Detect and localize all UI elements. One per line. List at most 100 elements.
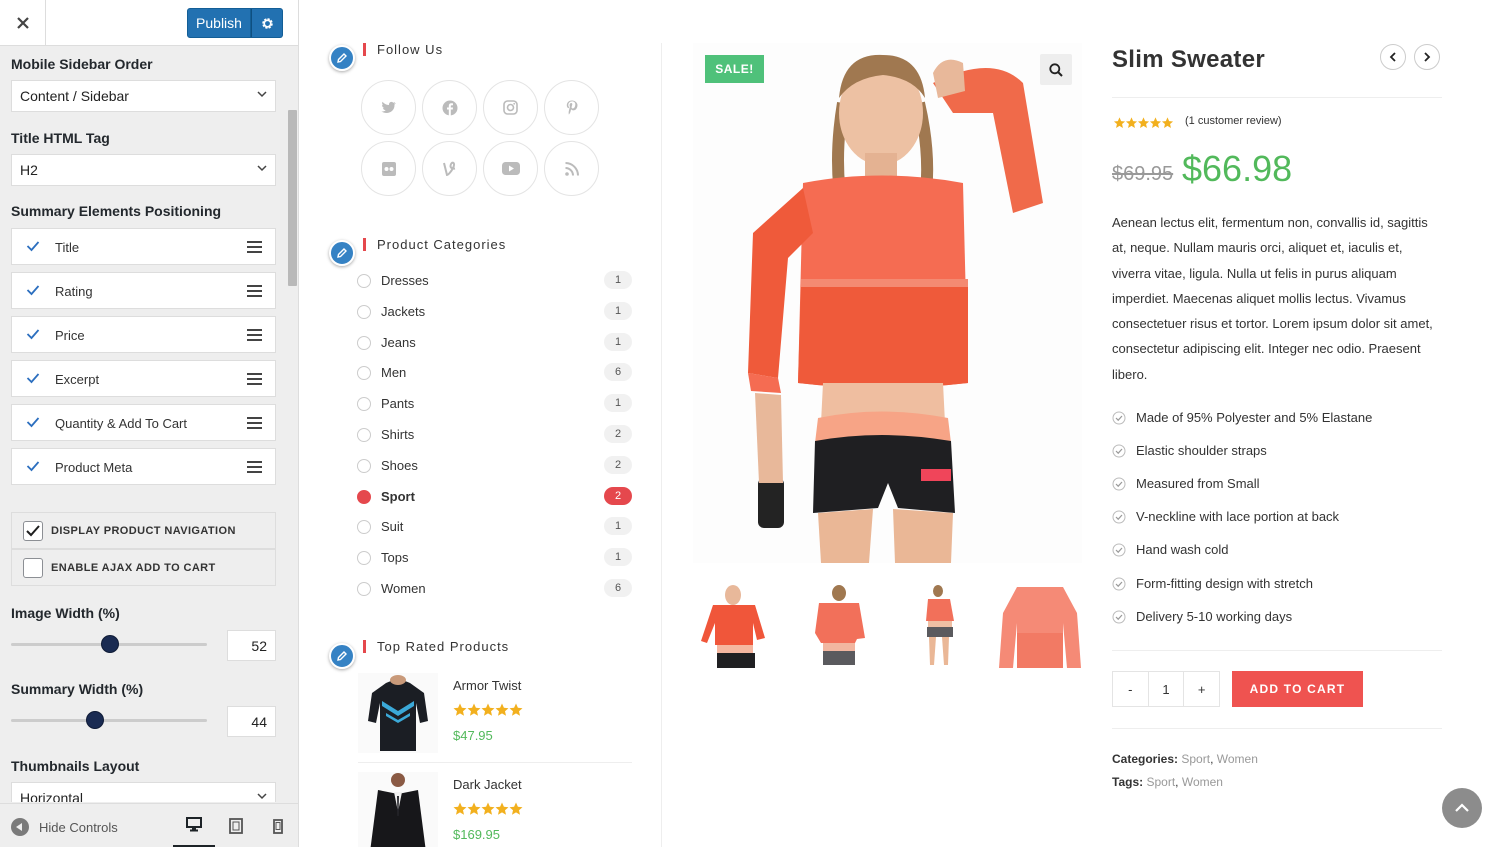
publish-button[interactable]: Publish: [187, 8, 251, 38]
image-width-input[interactable]: 52: [227, 630, 276, 661]
category-name[interactable]: Suit: [381, 519, 403, 534]
category-item[interactable]: Sport 2: [357, 486, 632, 507]
sortable-item[interactable]: Quantity & Add To Cart: [11, 404, 276, 441]
drag-handle-icon[interactable]: [247, 417, 262, 429]
flickr-link[interactable]: [361, 141, 416, 196]
tablet-preview-button[interactable]: [215, 804, 257, 847]
radio-icon[interactable]: [357, 458, 371, 473]
check-icon[interactable]: [26, 239, 40, 253]
radio-icon[interactable]: [357, 366, 371, 381]
category-name[interactable]: Tops: [381, 550, 408, 565]
gallery-thumbnail[interactable]: [795, 583, 881, 668]
gallery-thumbnail[interactable]: [997, 583, 1083, 668]
tag-link[interactable]: Women: [1182, 775, 1223, 789]
check-icon[interactable]: [26, 415, 40, 429]
thumbnails-layout-select[interactable]: Horizontal: [11, 782, 276, 802]
pinterest-link[interactable]: [544, 80, 599, 135]
category-name[interactable]: Shoes: [381, 458, 418, 473]
category-name[interactable]: Women: [381, 581, 426, 596]
scroll-to-top-button[interactable]: [1442, 788, 1482, 828]
radio-icon[interactable]: [357, 428, 371, 442]
desktop-preview-button[interactable]: [173, 804, 215, 847]
mobile-preview-button[interactable]: [257, 804, 299, 847]
radio-icon[interactable]: [357, 397, 371, 412]
drag-handle-icon[interactable]: [247, 329, 262, 341]
display-product-navigation-toggle[interactable]: DISPLAY PRODUCT NAVIGATION: [11, 512, 276, 549]
zoom-button[interactable]: [1040, 54, 1072, 85]
category-item[interactable]: Suit 1: [357, 517, 632, 537]
category-link[interactable]: Women: [1217, 752, 1258, 766]
product-thumbnail[interactable]: [358, 673, 438, 753]
check-icon[interactable]: [26, 459, 40, 473]
product-name[interactable]: Dark Jacket: [453, 777, 522, 792]
instagram-link[interactable]: [483, 80, 538, 135]
drag-handle-icon[interactable]: [247, 285, 262, 297]
edit-shortcut-button[interactable]: [329, 643, 355, 669]
radio-icon[interactable]: [357, 489, 371, 504]
tag-link[interactable]: Sport: [1146, 775, 1175, 789]
category-item[interactable]: Women 6: [357, 579, 632, 599]
image-width-slider[interactable]: [11, 635, 207, 653]
title-html-tag-select[interactable]: H2: [11, 154, 276, 186]
category-item[interactable]: Shoes 2: [357, 455, 632, 476]
drag-handle-icon[interactable]: [247, 241, 262, 253]
customer-review-link[interactable]: (1 customer review): [1185, 115, 1282, 127]
product-thumbnail[interactable]: [358, 772, 438, 847]
quantity-input[interactable]: 1: [1147, 672, 1185, 706]
edit-shortcut-button[interactable]: [329, 45, 355, 71]
scrollbar-thumb[interactable]: [288, 110, 297, 286]
sortable-item[interactable]: Rating: [11, 272, 276, 309]
category-item[interactable]: Tops 1: [357, 548, 632, 568]
radio-icon[interactable]: [357, 274, 371, 288]
quantity-minus-button[interactable]: -: [1113, 672, 1148, 706]
radio-icon[interactable]: [357, 582, 371, 596]
category-name[interactable]: Men: [381, 365, 406, 380]
radio-icon[interactable]: [357, 551, 371, 566]
gallery-thumbnail[interactable]: [896, 583, 982, 668]
category-item[interactable]: Pants 1: [357, 394, 632, 414]
summary-width-input[interactable]: 44: [227, 706, 276, 737]
category-name[interactable]: Shirts: [381, 427, 414, 442]
check-icon[interactable]: [26, 371, 40, 385]
enable-ajax-add-to-cart-toggle[interactable]: ENABLE AJAX ADD TO CART: [11, 549, 276, 586]
sortable-item[interactable]: Excerpt: [11, 360, 276, 397]
category-item[interactable]: Jeans 1: [357, 332, 632, 353]
check-icon[interactable]: [26, 283, 40, 297]
radio-icon[interactable]: [357, 335, 371, 350]
product-name[interactable]: Armor Twist: [453, 678, 521, 693]
facebook-link[interactable]: [422, 80, 477, 135]
category-item[interactable]: Jackets 1: [357, 301, 632, 322]
edit-shortcut-button[interactable]: [329, 240, 355, 266]
category-link[interactable]: Sport: [1181, 752, 1210, 766]
youtube-link[interactable]: [483, 141, 538, 196]
drag-handle-icon[interactable]: [247, 461, 262, 473]
category-name[interactable]: Pants: [381, 396, 414, 411]
gallery-thumbnail[interactable]: [693, 583, 779, 668]
check-icon[interactable]: [26, 327, 40, 341]
publish-settings-button[interactable]: [251, 8, 283, 38]
customizer-scrollbar[interactable]: [287, 46, 298, 802]
category-item[interactable]: Shirts 2: [357, 425, 632, 445]
vine-link[interactable]: [422, 141, 477, 196]
twitter-link[interactable]: [361, 80, 416, 135]
category-name[interactable]: Sport: [381, 489, 415, 504]
checkbox[interactable]: [23, 521, 43, 541]
quantity-plus-button[interactable]: +: [1184, 672, 1219, 706]
top-rated-product[interactable]: Armor Twist $47.95: [358, 673, 632, 753]
checkbox[interactable]: [23, 558, 43, 578]
radio-icon[interactable]: [357, 520, 371, 535]
category-item[interactable]: Dresses 1: [357, 271, 632, 291]
slider-handle[interactable]: [101, 635, 119, 653]
category-name[interactable]: Jeans: [381, 335, 416, 350]
category-name[interactable]: Jackets: [381, 304, 425, 319]
category-name[interactable]: Dresses: [381, 273, 429, 288]
category-item[interactable]: Men 6: [357, 363, 632, 383]
previous-product-button[interactable]: [1380, 44, 1406, 70]
sortable-item[interactable]: Product Meta: [11, 448, 276, 485]
drag-handle-icon[interactable]: [247, 373, 262, 385]
slider-handle[interactable]: [86, 711, 104, 729]
mobile-sidebar-order-select[interactable]: Content / Sidebar: [11, 80, 276, 112]
rss-link[interactable]: [544, 141, 599, 196]
summary-width-slider[interactable]: [11, 711, 207, 729]
sortable-item[interactable]: Price: [11, 316, 276, 353]
